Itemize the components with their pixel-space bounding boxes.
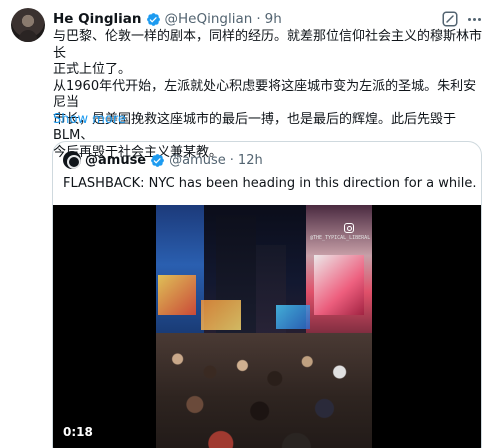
quoted-author-name[interactable]: @amuse xyxy=(85,153,146,168)
billboard xyxy=(314,255,364,315)
tweet-header: He Qinglian @HeQinglian · 9h xyxy=(53,9,282,29)
billboard xyxy=(201,300,241,330)
show-more-link[interactable]: Show more xyxy=(53,112,126,127)
separator-dot: · xyxy=(229,152,234,168)
more-icon[interactable] xyxy=(465,11,483,27)
video-duration: 0:18 xyxy=(63,425,93,439)
crowd xyxy=(156,333,372,448)
video-player[interactable]: @THE_TYPICAL_LIBERAL 0:18 xyxy=(53,205,481,448)
tweet-time[interactable]: 9h xyxy=(265,11,282,27)
quoted-author-avatar[interactable] xyxy=(63,151,81,169)
author-handle[interactable]: @HeQinglian xyxy=(165,11,253,27)
separator-dot: · xyxy=(256,11,261,27)
video-frame: @THE_TYPICAL_LIBERAL xyxy=(156,205,372,448)
author-avatar[interactable] xyxy=(11,8,45,42)
scene-building xyxy=(256,245,286,345)
author-name[interactable]: He Qinglian xyxy=(53,11,142,27)
instagram-icon xyxy=(344,223,354,233)
grok-icon[interactable] xyxy=(441,10,459,28)
quoted-author-handle[interactable]: @amuse xyxy=(169,153,226,168)
billboard xyxy=(276,305,310,329)
tweet-text-line: 与巴黎、伦敦一样的剧本，同样的经历。就差那位信仰社会主义的穆斯林市长 xyxy=(53,29,483,61)
verified-badge-icon xyxy=(146,12,160,26)
verified-badge-icon xyxy=(151,153,165,167)
billboard xyxy=(158,275,196,315)
tweet-text-line: 从1960年代开始，左派就处心积虑要将这座城市变为左派的圣城。朱利安尼当 xyxy=(53,78,477,111)
video-watermark: @THE_TYPICAL_LIBERAL xyxy=(310,235,371,241)
quoted-tweet[interactable]: @amuse @amuse · 12h FLASHBACK: NYC has b… xyxy=(52,141,482,448)
quoted-tweet-text: FLASHBACK: NYC has been heading in this … xyxy=(63,176,477,191)
quoted-tweet-time[interactable]: 12h xyxy=(238,153,263,168)
quoted-tweet-header: @amuse @amuse · 12h xyxy=(63,151,263,169)
tweet-text-line: 正式上位了。 xyxy=(53,62,132,77)
